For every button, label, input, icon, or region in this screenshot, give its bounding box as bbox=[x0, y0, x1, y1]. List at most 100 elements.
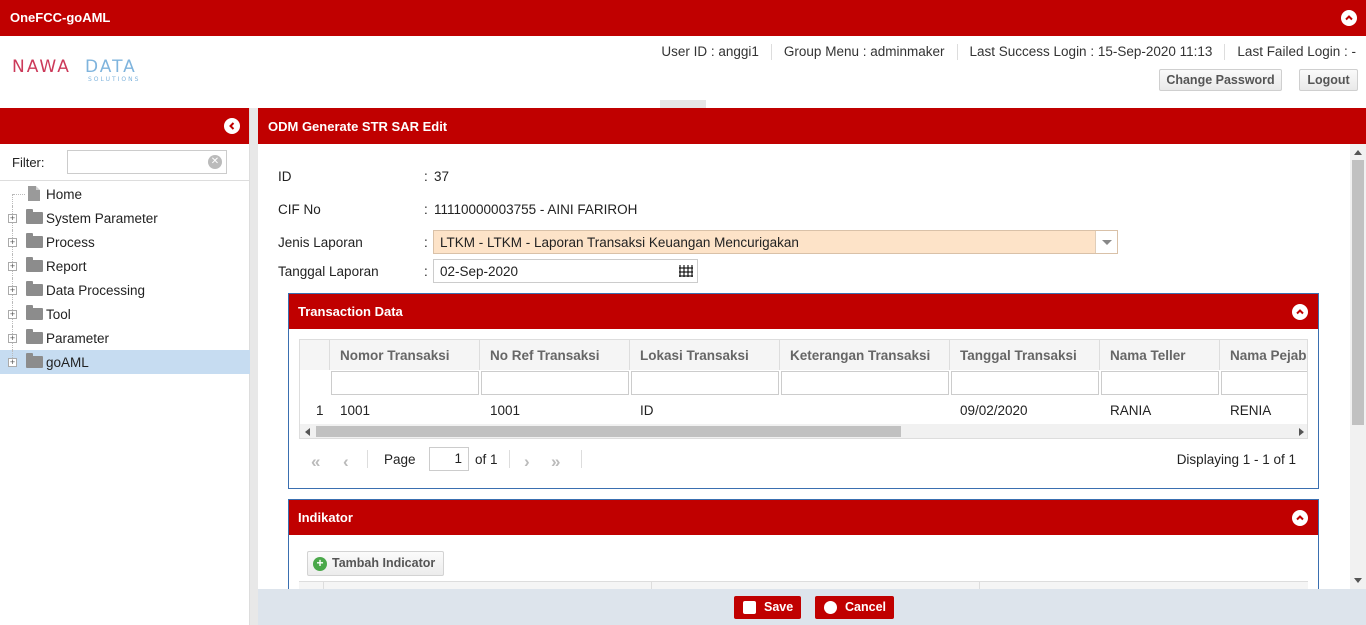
collapse-header-icon[interactable] bbox=[1341, 10, 1357, 26]
jenis-laporan-select[interactable]: LTKM - LTKM - Laporan Transaksi Keuangan… bbox=[433, 230, 1118, 254]
cif-value: 11110000003755 - AINI FARIROH bbox=[434, 202, 638, 217]
tree-item-home[interactable]: Home bbox=[0, 182, 250, 206]
scroll-left-icon[interactable] bbox=[305, 428, 310, 436]
tanggal-laporan-field[interactable]: 02-Sep-2020 bbox=[433, 259, 698, 283]
tree-item-system-parameter[interactable]: + System Parameter bbox=[0, 206, 250, 230]
colon: : bbox=[424, 202, 428, 217]
column-header[interactable]: Nama Teller bbox=[1100, 340, 1220, 370]
divider bbox=[367, 450, 368, 468]
splitter-collapse-handle[interactable] bbox=[660, 100, 706, 108]
indikator-grid-header bbox=[299, 581, 1308, 589]
page-number-input[interactable]: 1 bbox=[429, 447, 469, 471]
scroll-right-icon[interactable] bbox=[1299, 428, 1304, 436]
tree-item-report[interactable]: + Report bbox=[0, 254, 250, 278]
expand-icon[interactable]: + bbox=[8, 214, 17, 223]
tree-item-data-processing[interactable]: + Data Processing bbox=[0, 278, 250, 302]
column-filter-input[interactable] bbox=[631, 371, 779, 395]
next-page-icon[interactable]: › bbox=[524, 452, 530, 472]
scrollbar-thumb[interactable] bbox=[316, 426, 901, 437]
column-header[interactable]: Nomor Transaksi bbox=[330, 340, 480, 370]
filter-row: Filter: ✕ bbox=[0, 144, 250, 181]
folder-icon bbox=[26, 329, 43, 344]
transaction-panel-title: Transaction Data bbox=[298, 304, 403, 319]
navigation-panel: Filter: ✕ Home + System Parameter + Proc… bbox=[0, 108, 250, 625]
vertical-splitter[interactable] bbox=[250, 108, 258, 625]
clear-filter-icon[interactable]: ✕ bbox=[208, 155, 222, 169]
collapse-panel-icon[interactable] bbox=[1292, 510, 1308, 526]
tree-item-label: goAML bbox=[46, 355, 89, 370]
svg-text:NAWA: NAWA bbox=[12, 57, 71, 77]
expand-icon[interactable]: + bbox=[8, 286, 17, 295]
save-label: Save bbox=[764, 600, 794, 614]
last-failed-login-text: Last Failed Login : - bbox=[1237, 44, 1356, 59]
scroll-down-icon[interactable] bbox=[1354, 578, 1362, 583]
transaction-panel-header: Transaction Data bbox=[289, 294, 1318, 329]
page-icon bbox=[28, 186, 40, 201]
grid-cell[interactable]: 1001 bbox=[480, 403, 520, 423]
page-label: Page bbox=[384, 452, 416, 467]
tree-item-parameter[interactable]: + Parameter bbox=[0, 326, 250, 350]
column-filter-input[interactable] bbox=[951, 371, 1099, 395]
user-id-text: User ID : anggi1 bbox=[661, 44, 759, 59]
change-password-button[interactable]: Change Password bbox=[1159, 69, 1282, 91]
grid-cell[interactable]: 09/02/2020 bbox=[950, 403, 1028, 423]
divider bbox=[323, 582, 324, 589]
divider bbox=[651, 582, 652, 589]
last-page-icon[interactable]: » bbox=[551, 452, 560, 472]
grid-cell[interactable]: 1001 bbox=[330, 403, 370, 423]
column-header[interactable]: Lokasi Transaksi bbox=[630, 340, 780, 370]
chevron-down-icon[interactable] bbox=[1095, 231, 1117, 253]
header-splitter[interactable] bbox=[0, 100, 1366, 108]
grid-pager: « ‹ Page 1 of 1 › » Displaying 1 - 1 of … bbox=[299, 444, 1308, 474]
row-number: 1 bbox=[316, 403, 324, 418]
tree-item-label: Tool bbox=[46, 307, 71, 322]
expand-icon[interactable]: + bbox=[8, 358, 17, 367]
save-button[interactable]: Save bbox=[734, 596, 802, 619]
column-header[interactable]: Nama Pejaba bbox=[1220, 340, 1307, 370]
horizontal-scrollbar[interactable] bbox=[300, 424, 1307, 438]
tree-item-tool[interactable]: + Tool bbox=[0, 302, 250, 326]
expand-icon[interactable]: + bbox=[8, 262, 17, 271]
column-filter-input[interactable] bbox=[331, 371, 479, 395]
filter-input[interactable]: ✕ bbox=[67, 150, 227, 174]
scroll-up-icon[interactable] bbox=[1354, 150, 1362, 155]
column-filter-input[interactable] bbox=[1101, 371, 1219, 395]
divider bbox=[956, 44, 958, 60]
indikator-panel: Indikator + Tambah Indicator bbox=[288, 499, 1319, 589]
tree-item-process[interactable]: + Process bbox=[0, 230, 250, 254]
main-vertical-scrollbar[interactable] bbox=[1350, 144, 1366, 589]
expand-icon[interactable]: + bbox=[8, 238, 17, 247]
expand-icon[interactable]: + bbox=[8, 310, 17, 319]
calendar-icon[interactable] bbox=[679, 265, 693, 277]
cif-label: CIF No bbox=[278, 202, 321, 217]
scrollbar-thumb[interactable] bbox=[1352, 160, 1364, 425]
column-filter-input[interactable] bbox=[781, 371, 949, 395]
grid-cell[interactable]: ID bbox=[630, 403, 654, 423]
prev-page-icon[interactable]: ‹ bbox=[343, 452, 349, 472]
grid-cell[interactable]: RENIA bbox=[1220, 403, 1271, 423]
nav-panel-header bbox=[0, 108, 249, 144]
grid-cell[interactable]: RANIA bbox=[1100, 403, 1151, 423]
tambah-indicator-button[interactable]: + Tambah Indicator bbox=[307, 551, 445, 576]
column-header[interactable]: No Ref Transaksi bbox=[480, 340, 630, 370]
collapse-left-panel-icon[interactable] bbox=[224, 118, 240, 134]
cancel-button[interactable]: Cancel bbox=[815, 596, 894, 619]
tree-item-goaml[interactable]: + goAML bbox=[0, 350, 250, 374]
expand-icon[interactable]: + bbox=[8, 334, 17, 343]
tree-item-label: Data Processing bbox=[46, 283, 146, 298]
collapse-panel-icon[interactable] bbox=[1292, 304, 1308, 320]
first-page-icon[interactable]: « bbox=[311, 452, 320, 472]
column-filter-input[interactable] bbox=[481, 371, 629, 395]
divider bbox=[509, 450, 510, 468]
cancel-icon bbox=[824, 601, 837, 614]
divider bbox=[770, 44, 772, 60]
main-form: ID : 37 CIF No : 11110000003755 - AINI F… bbox=[258, 144, 1350, 589]
column-filter-input[interactable] bbox=[1221, 371, 1307, 395]
grid-cell[interactable] bbox=[780, 403, 790, 423]
column-header[interactable]: Keterangan Transaksi bbox=[780, 340, 950, 370]
column-header[interactable]: Tanggal Transaksi bbox=[950, 340, 1100, 370]
logout-button[interactable]: Logout bbox=[1299, 69, 1358, 91]
last-success-login-text: Last Success Login : 15-Sep-2020 11:13 bbox=[969, 44, 1213, 59]
folder-icon bbox=[26, 353, 43, 368]
user-info: User ID : anggi1 Group Menu : adminmaker… bbox=[661, 44, 1356, 60]
